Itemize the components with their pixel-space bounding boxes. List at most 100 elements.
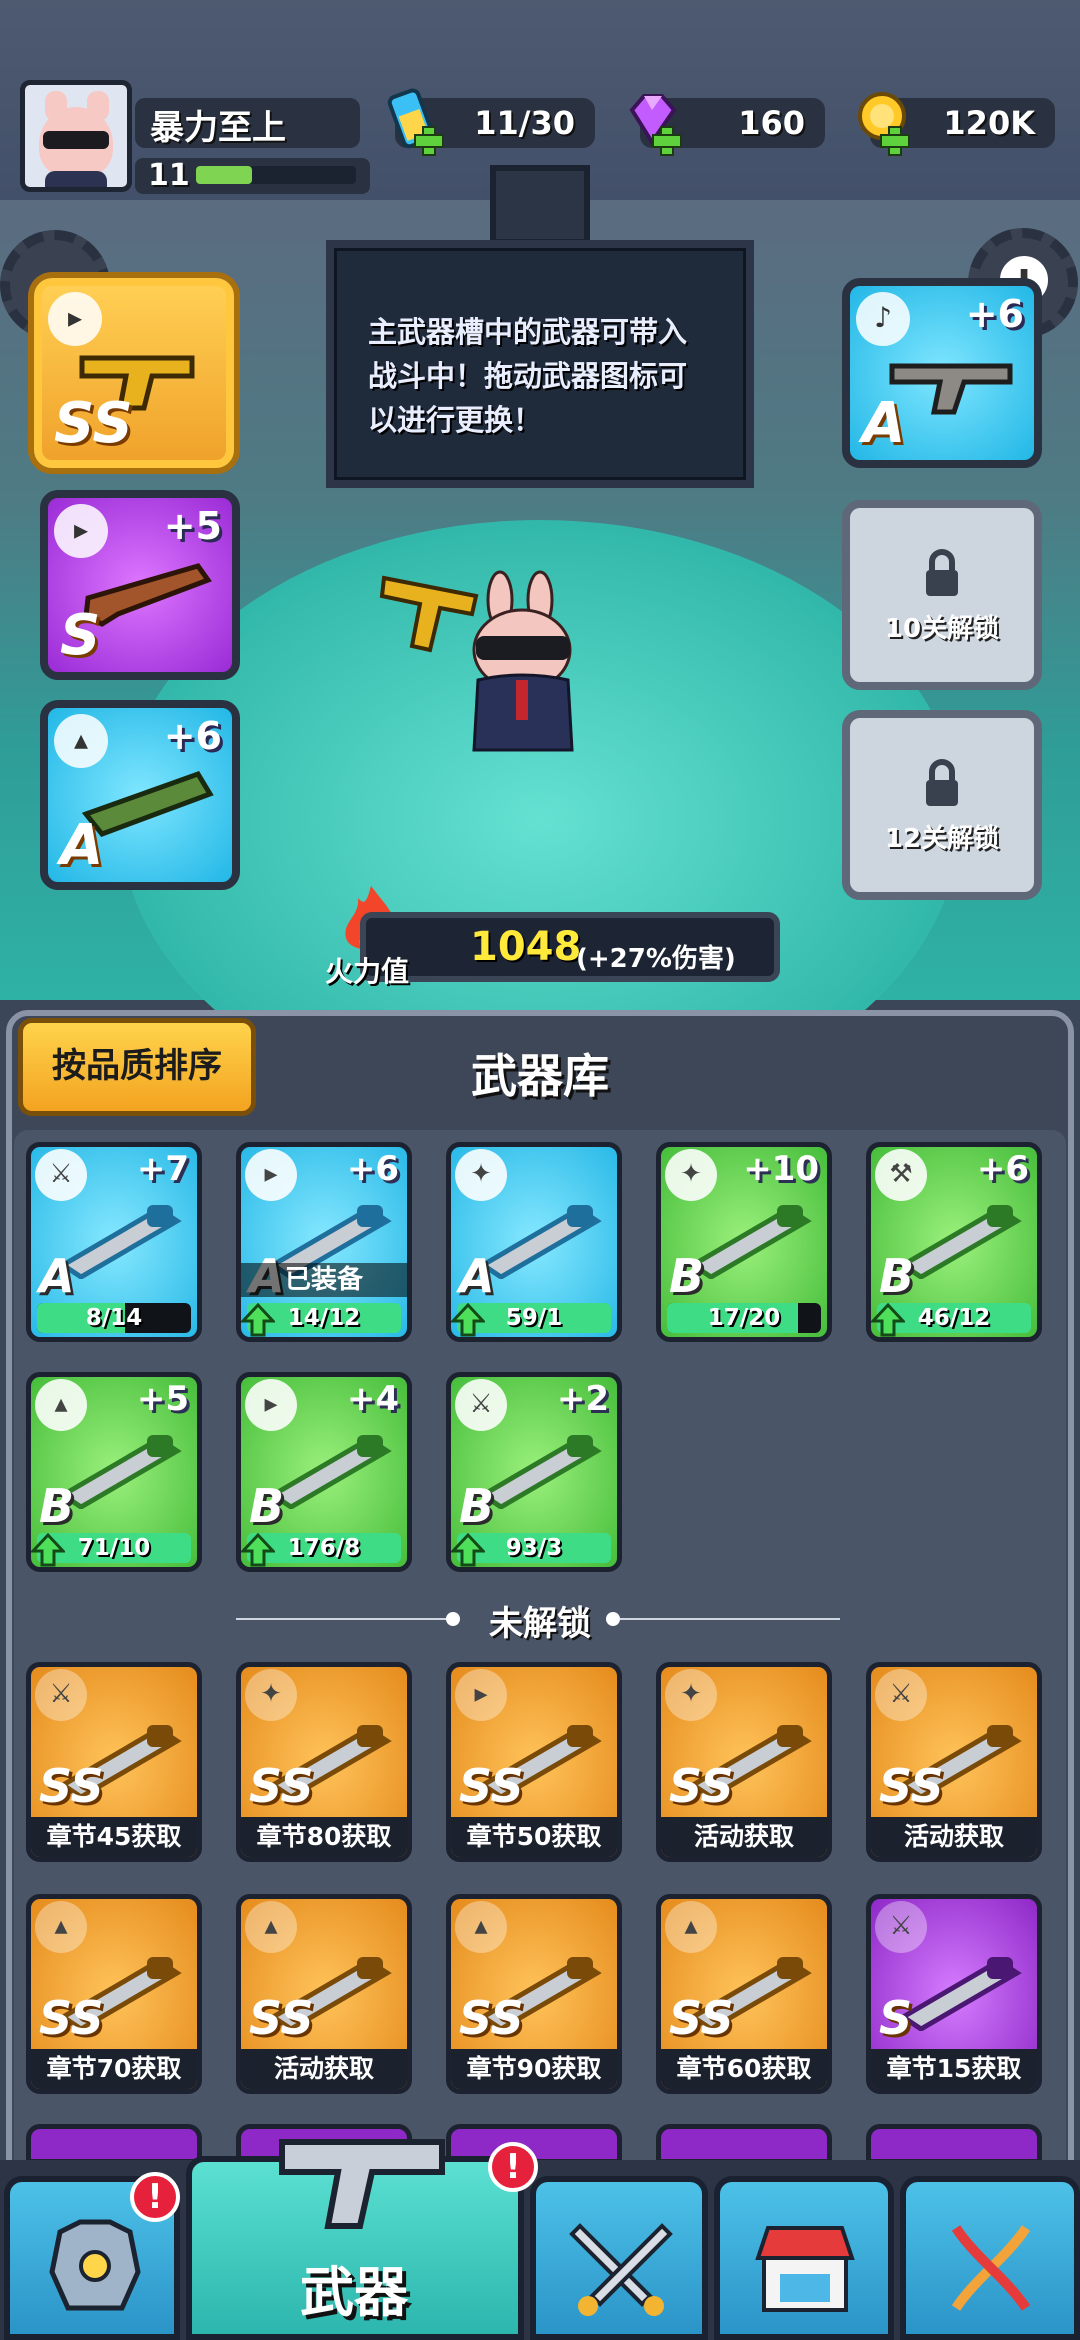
- nav-tab-battle[interactable]: [530, 2176, 708, 2340]
- upgrade-arrow-icon: [451, 1533, 485, 1567]
- weapon-card[interactable]: ✦ A 59/1: [446, 1142, 622, 1342]
- pistol-icon: ▸: [455, 1669, 507, 1721]
- main-slot-3[interactable]: ▴ +6 A: [40, 700, 240, 890]
- pistol-icon: ▸: [54, 504, 108, 558]
- weapon-card[interactable]: ⚒ +6 B 46/12: [866, 1142, 1042, 1342]
- pistol-icon: [279, 2139, 445, 2229]
- pistol-icon: ▸: [48, 292, 102, 346]
- weapon-grade: SS: [459, 1991, 524, 2045]
- main-slot-1[interactable]: ▸ SS: [34, 278, 234, 468]
- firepower-bonus: (+27%伤害): [576, 944, 736, 974]
- unlock-source: 章节60获取: [661, 2049, 827, 2089]
- equip-tip-text: 主武器槽中的武器可带入战斗中！拖动武器图标可以进行更换！: [368, 315, 688, 437]
- coin-value: 120K: [943, 104, 1035, 142]
- weapon-card[interactable]: ▸ +4 B 176/8: [236, 1372, 412, 1572]
- coin-add-icon[interactable]: [880, 126, 910, 156]
- armor-alert-badge: !: [130, 2172, 180, 2222]
- locked-weapon-card[interactable]: ▴ SS 章节70获取: [26, 1894, 202, 2094]
- weapon-grade: B: [879, 1249, 915, 1303]
- locked-card-partial: [26, 2124, 202, 2164]
- upgrade-arrow-icon: [241, 1303, 275, 1337]
- weapon-grade: SS: [669, 1759, 734, 1813]
- pistol-icon: ▸: [245, 1379, 297, 1431]
- unlock-source: 活动获取: [241, 2049, 407, 2089]
- unlock-requirement: 10关解锁: [884, 614, 1000, 644]
- golden-pistol-held-icon: [379, 575, 479, 653]
- nav-tab-genes[interactable]: [900, 2176, 1080, 2340]
- locked-weapon-card[interactable]: ✦ SS 章节80获取: [236, 1662, 412, 1862]
- xp-bar: [196, 166, 356, 184]
- unlock-source: 章节50获取: [451, 1817, 617, 1857]
- lock-icon: [926, 549, 958, 596]
- shard-progress-bar: 8/14: [37, 1303, 191, 1333]
- shop-icon: [755, 2226, 855, 2312]
- staff-icon: ✦: [245, 1669, 297, 1721]
- shard-progress-text: 8/14: [85, 1305, 143, 1331]
- slot-plus-level: +6: [163, 714, 222, 758]
- locked-weapon-card[interactable]: ▴ SS 章节60获取: [656, 1894, 832, 2094]
- weapon-grade: S: [879, 1991, 913, 2045]
- hammer-icon: ⚒: [875, 1149, 927, 1201]
- rocket-icon: ▴: [35, 1379, 87, 1431]
- unlock-source: 章节80获取: [241, 1817, 407, 1857]
- weapon-card[interactable]: ✦ +10 B 17/20: [656, 1142, 832, 1342]
- weapon-art: [898, 1205, 1022, 1279]
- locked-weapon-card[interactable]: ▸ SS 章节50获取: [446, 1662, 622, 1862]
- gem-value: 160: [738, 104, 805, 142]
- player-level: 11: [148, 158, 190, 193]
- sword-icon: ⚔: [875, 1669, 927, 1721]
- equip-tip-panel: 主武器槽中的武器可带入战斗中！拖动武器图标可以进行更换！: [326, 240, 754, 488]
- main-slot-2[interactable]: ▸ +5 S: [40, 490, 240, 680]
- shard-progress-bar: 17/20: [667, 1303, 821, 1333]
- energy-add-icon[interactable]: [414, 126, 444, 156]
- armory-title: 武器库: [471, 1049, 609, 1103]
- weapon-grade: A: [39, 1249, 75, 1303]
- upgrade-arrow-icon: [451, 1303, 485, 1337]
- weapon-card[interactable]: ⚔ +7 A 8/14: [26, 1142, 202, 1342]
- weapon-card[interactable]: ⚔ +2 B 93/3: [446, 1372, 622, 1572]
- equipped-label: 已装备: [241, 1263, 407, 1297]
- weapon-grade: SS: [249, 1991, 314, 2045]
- locked-weapon-card[interactable]: ⚔ SS 活动获取: [866, 1662, 1042, 1862]
- weapon-grade: SS: [249, 1759, 314, 1813]
- firepower-label: 火力值: [325, 955, 410, 988]
- sword-icon: ⚔: [455, 1379, 507, 1431]
- weapon-grade: B: [459, 1479, 495, 1533]
- crossed-swords-icon: [569, 2223, 673, 2316]
- locked-weapon-card[interactable]: ⚔ S 章节15获取: [866, 1894, 1042, 2094]
- weapon-art: [478, 1435, 602, 1509]
- rocket-icon: ▴: [245, 1901, 297, 1953]
- player-avatar[interactable]: [20, 80, 132, 192]
- unlock-source: 活动获取: [871, 1817, 1037, 1857]
- slot-grade: SS: [54, 391, 133, 456]
- locked-card-partial: [656, 2124, 832, 2164]
- gem-add-icon[interactable]: [652, 126, 682, 156]
- unlock-source: 章节45获取: [31, 1817, 197, 1857]
- weapon-card[interactable]: ▸+6A已装备14/12: [236, 1142, 412, 1342]
- locked-weapon-card[interactable]: ▴ SS 活动获取: [236, 1894, 412, 2094]
- nav-tab-shop[interactable]: [714, 2176, 894, 2340]
- upgrade-arrow-icon: [241, 1533, 275, 1567]
- sword-icon: ⚔: [35, 1669, 87, 1721]
- weapon-grade: B: [669, 1249, 705, 1303]
- weapon-art: [898, 1957, 1022, 2031]
- main-slot-4[interactable]: ♪ +6 A: [842, 278, 1042, 468]
- player-name: 暴力至上: [150, 108, 286, 148]
- locked-card-partial: [866, 2124, 1042, 2164]
- weapon-art: [688, 1205, 812, 1279]
- weapon-card[interactable]: ▴ +5 B 71/10: [26, 1372, 202, 1572]
- lock-icon: [926, 759, 958, 806]
- armor-icon: [49, 2219, 141, 2311]
- weapon-grade: SS: [879, 1759, 944, 1813]
- weapons-alert-badge: !: [488, 2142, 538, 2192]
- weapon-plus-level: +4: [346, 1379, 399, 1419]
- unlock-source: 章节15获取: [871, 2049, 1037, 2089]
- weapon-plus-level: +10: [743, 1149, 819, 1189]
- weapon-plus-level: +5: [136, 1379, 189, 1419]
- rocket-icon: ▴: [35, 1901, 87, 1953]
- locked-weapon-card[interactable]: ▴ SS 章节90获取: [446, 1894, 622, 2094]
- locked-weapon-card[interactable]: ✦ SS 活动获取: [656, 1662, 832, 1862]
- weapon-grade: B: [249, 1479, 285, 1533]
- weapon-art: [268, 1435, 392, 1509]
- locked-weapon-card[interactable]: ⚔ SS 章节45获取: [26, 1662, 202, 1862]
